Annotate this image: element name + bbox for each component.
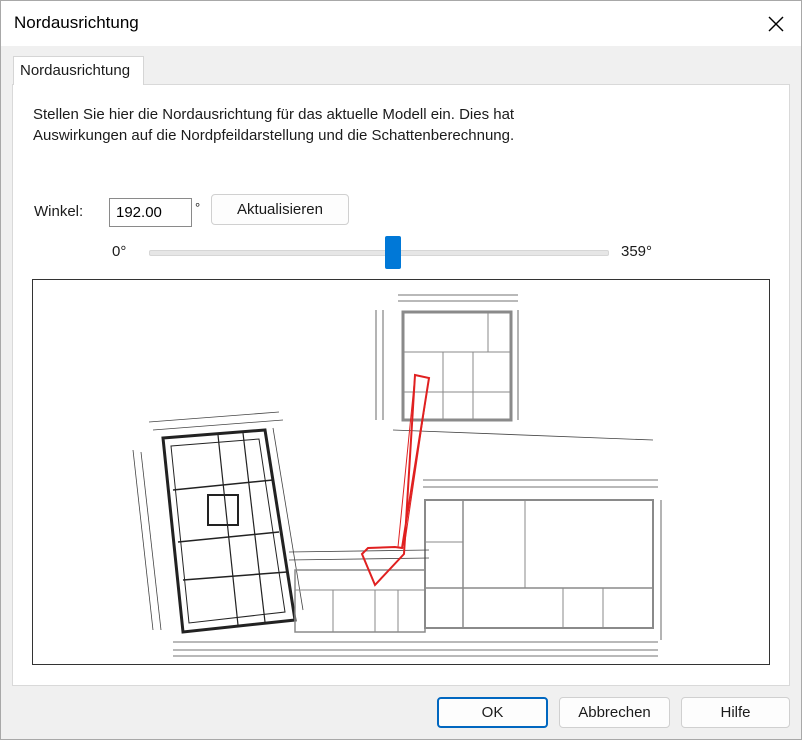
angle-label: Winkel: (34, 203, 84, 220)
help-button[interactable]: Hilfe (681, 697, 790, 728)
floor-plan-preview (32, 279, 770, 665)
close-icon (768, 16, 784, 32)
angle-slider-track[interactable] (149, 250, 609, 256)
description-line-2: Auswirkungen auf die Nordpfeildarstellun… (33, 127, 515, 144)
angle-input[interactable] (109, 198, 192, 227)
description-text: Stellen Sie hier die Nordausrichtung für… (33, 104, 733, 146)
angle-slider-thumb[interactable] (385, 236, 401, 269)
floor-plan-drawing (132, 294, 662, 657)
dialog-window: Nordausrichtung Nordausrichtung Stellen … (0, 0, 802, 740)
tab-nordausrichtung[interactable]: Nordausrichtung (13, 56, 144, 85)
update-button[interactable]: Aktualisieren (211, 194, 349, 225)
title-bar: Nordausrichtung (1, 1, 801, 46)
building-left (132, 411, 304, 634)
slider-min-label: 0° (112, 243, 127, 260)
slider-max-label: 359° (621, 243, 653, 260)
window-title: Nordausrichtung (14, 13, 139, 32)
north-arrow-icon (360, 373, 431, 587)
building-lower-right (423, 479, 662, 640)
cancel-button[interactable]: Abbrechen (559, 697, 670, 728)
ok-button[interactable]: OK (437, 697, 548, 728)
close-button[interactable] (761, 9, 791, 39)
degree-unit: ° (195, 200, 201, 215)
building-corridor (173, 549, 658, 657)
building-top-right (375, 294, 654, 441)
description-line-1: Stellen Sie hier die Nordausrichtung für… (33, 106, 515, 123)
